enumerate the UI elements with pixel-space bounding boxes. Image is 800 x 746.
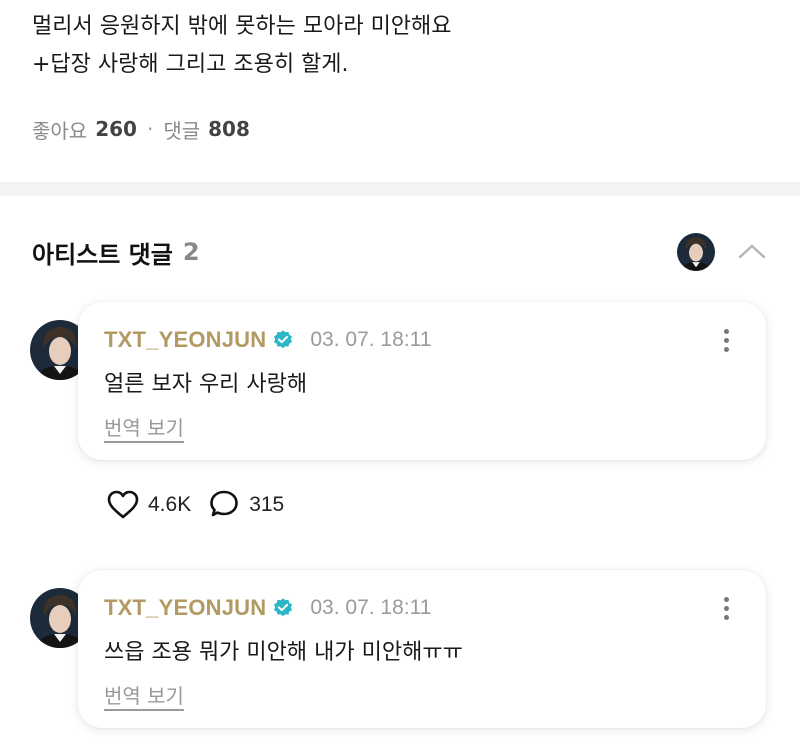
reply-count: 315 <box>249 493 285 516</box>
likes-count: 260 <box>95 117 137 141</box>
comment-2-timestamp: 03. 07. 18:11 <box>310 596 432 619</box>
like-count: 4.6K <box>148 493 192 516</box>
comment-2-header: TXT_YEONJUN 03. 07. 18:11 <box>104 592 431 624</box>
comment-1-translate-link[interactable]: 번역 보기 <box>104 412 184 441</box>
speech-bubble-icon <box>210 490 239 517</box>
post-text-line-1: 멀리서 응원하지 밖에 못하는 모아라 미안해요 <box>32 14 452 39</box>
chevron-up-icon <box>738 244 766 259</box>
artist-avatar-small[interactable] <box>677 233 715 271</box>
likes-label: 좋아요 <box>32 118 88 143</box>
comment-2-author[interactable]: TXT_YEONJUN <box>104 595 266 621</box>
reply-button[interactable]: 315 <box>207 489 284 521</box>
post-stats: 좋아요 260 · 댓글 808 <box>32 112 250 146</box>
artist-comments-header: 아티스트 댓글 2 <box>32 232 200 272</box>
comment-1-text: 얼른 보자 우리 사랑해 <box>104 372 308 397</box>
comment-2-bubble: TXT_YEONJUN 03. 07. 18:11 쓰읍 조용 뭐가 미안해 내… <box>78 570 766 728</box>
verified-badge-icon <box>272 597 294 619</box>
comment-1-header: TXT_YEONJUN 03. 07. 18:11 <box>104 324 431 356</box>
heart-icon <box>107 490 139 519</box>
comment-2-translate-link[interactable]: 번역 보기 <box>104 680 184 709</box>
artist-comments-title: 아티스트 댓글 <box>32 240 173 269</box>
like-button[interactable]: 4.6K <box>106 489 191 521</box>
more-vertical-icon[interactable] <box>716 324 736 356</box>
section-divider <box>0 182 800 196</box>
comment-1-timestamp: 03. 07. 18:11 <box>310 328 432 351</box>
verified-badge-icon <box>272 329 294 351</box>
comments-label[interactable]: 댓글 <box>163 115 200 144</box>
post-text-line-2: +답장 사랑해 그리고 조용히 할게. <box>32 52 349 77</box>
collapse-button[interactable] <box>735 236 769 266</box>
comment-2-text: 쓰읍 조용 뭐가 미안해 내가 미안해ㅠㅠ <box>104 640 463 665</box>
comment-1-author[interactable]: TXT_YEONJUN <box>104 327 266 353</box>
comment-1-actions: 4.6K 315 <box>106 488 284 522</box>
stats-separator: · <box>146 117 154 141</box>
comment-1-bubble: TXT_YEONJUN 03. 07. 18:11 얼른 보자 우리 사랑해 번… <box>78 302 766 460</box>
post-text: 멀리서 응원하지 밖에 못하는 모아라 미안해요 +답장 사랑해 그리고 조용히… <box>32 8 452 84</box>
artist-comments-count: 2 <box>182 238 200 266</box>
more-vertical-icon[interactable] <box>716 592 736 624</box>
comments-count[interactable]: 808 <box>208 117 250 141</box>
